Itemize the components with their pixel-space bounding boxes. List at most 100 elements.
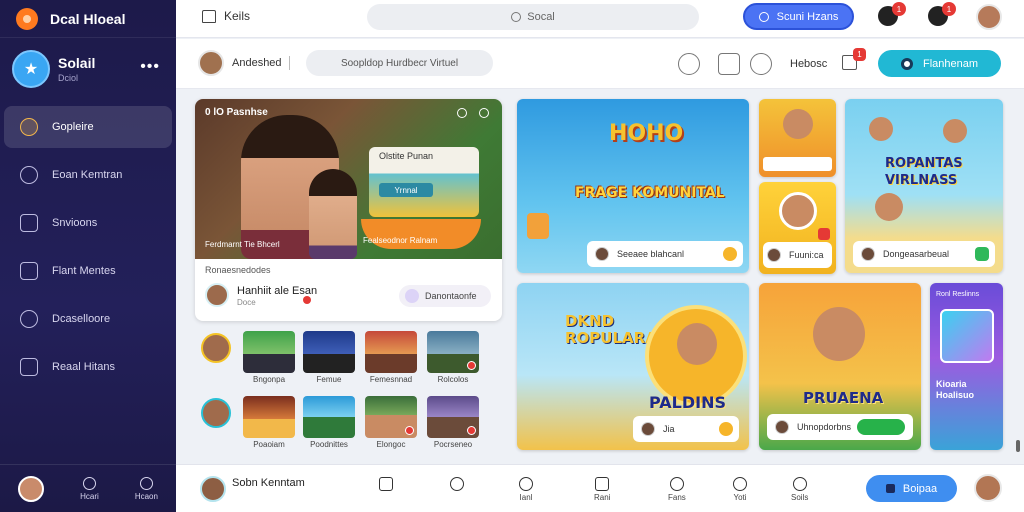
sidebar-footer-label: Hcari: [80, 491, 99, 501]
narrow-card[interactable]: Ronl Reslinns Kioaria Hoalisuo: [930, 283, 1003, 450]
top-cta-button[interactable]: Scuni Hzans: [743, 3, 854, 30]
share-icon[interactable]: [718, 53, 740, 75]
join-chip[interactable]: Danontaonfe: [399, 285, 491, 307]
join-icon[interactable]: [723, 247, 737, 261]
subheader-filter-pill[interactable]: Soopldop Hurdbecr Virtuel: [306, 50, 493, 76]
mini-card[interactable]: [759, 99, 836, 177]
author-avatar[interactable]: [205, 283, 229, 307]
avatar[interactable]: [201, 333, 231, 363]
bottom-nav-shield[interactable]: [450, 477, 464, 493]
thumbnail-label: Poaoiam: [253, 440, 285, 449]
adventure-card[interactable]: PRUAENA Uhnopdorbns: [759, 283, 921, 450]
thumbnail[interactable]: [365, 331, 417, 373]
expand-icon[interactable]: [479, 108, 489, 118]
live-author-row: Hanhiit ale Esan Doce Danontaonfe: [205, 283, 495, 311]
thumbnail-label: Femue: [316, 375, 342, 384]
thumbnail[interactable]: [243, 396, 295, 438]
bottom-nav-people[interactable]: Soils: [791, 477, 808, 502]
thumbnail[interactable]: [243, 331, 295, 373]
profile-subtitle: Dciol: [58, 73, 79, 83]
clock-icon: [139, 476, 153, 490]
notifications-button[interactable]: 1: [878, 2, 906, 26]
sidebar-item-5[interactable]: Reaal Hitans: [4, 346, 172, 388]
sidebar-footer-label: Hcaon: [134, 491, 158, 501]
more-options-icon[interactable]: •••: [140, 58, 160, 76]
sidebar-item-3[interactable]: Flant Mentes: [4, 250, 172, 292]
card-footer[interactable]: Seeaee blahcanl: [587, 241, 743, 267]
avatar: [861, 247, 875, 261]
thumbnail[interactable]: [303, 331, 355, 373]
popular-card[interactable]: DKND ROPULARA PALDINS Jia: [517, 283, 749, 450]
decor-cup: [527, 213, 549, 239]
calendar-icon[interactable]: 1: [842, 48, 866, 70]
app-name: Dcal Hloeal: [50, 10, 126, 27]
card-title-top: HOHO: [609, 121, 684, 146]
card-footer[interactable]: Fuuni:ca: [763, 242, 832, 268]
circle-icon: [758, 11, 769, 22]
heart-icon[interactable]: [303, 296, 311, 304]
live-stream-card[interactable]: 0 lO Pasnhse Olstite Punan Yrnnal Ferdma…: [195, 99, 502, 321]
card-title: DKND ROPULARA: [565, 312, 657, 347]
sidebar-item-1[interactable]: Eoan Kemtran: [4, 154, 172, 196]
live-dot-icon: [818, 228, 830, 240]
sidebar-item-0[interactable]: Gopleire: [4, 106, 172, 148]
avatar[interactable]: [201, 398, 231, 428]
sidebar-item-2[interactable]: Snvioons: [4, 202, 172, 244]
avatar[interactable]: [18, 475, 45, 502]
bottom-cta-button[interactable]: Boipaa: [866, 475, 957, 502]
search-input[interactable]: Socal: [367, 4, 699, 30]
follow-button[interactable]: [857, 419, 905, 435]
sidebar-nav: Gopleire Eoan Kemtran Snvioons Flant Men…: [0, 106, 176, 388]
bottom-nav-inbox[interactable]: Rani: [594, 477, 610, 502]
bottom-nav-home[interactable]: [379, 477, 393, 493]
card-footer[interactable]: Dongeasarbeual: [853, 241, 995, 267]
bottom-nav-chat[interactable]: Yoti: [733, 477, 747, 502]
avatar[interactable]: [974, 474, 1002, 502]
home-link[interactable]: Keils: [202, 9, 250, 23]
medal-icon: [20, 118, 38, 136]
sidebar-footer-button-0[interactable]: Hcari: [80, 476, 99, 501]
profile-header[interactable]: ★ Solail Dciol •••: [0, 38, 176, 100]
subheader-label[interactable]: Hebosc: [790, 58, 827, 70]
inbox-icon: [595, 477, 610, 491]
card-footer-label: Jia: [663, 424, 675, 434]
bottom-cta-label: Boipaa: [902, 482, 938, 495]
messages-button[interactable]: 1: [928, 2, 956, 26]
kid-image: [869, 117, 893, 141]
bottom-nav-person[interactable]: Fans: [668, 477, 686, 502]
subheader-user: Andeshed: [232, 57, 282, 69]
card-title: Kioaria Hoalisuo: [936, 379, 975, 400]
settings-icon[interactable]: [457, 108, 467, 118]
bottom-nav-user[interactable]: Ianl: [519, 477, 533, 502]
thumbnail[interactable]: [303, 396, 355, 438]
sidebar: Dcal Hloeal ★ Solail Dciol ••• Gopleire …: [0, 0, 176, 512]
brand[interactable]: Dcal Hloeal: [0, 0, 176, 38]
thumbnail[interactable]: [365, 396, 417, 438]
mini-card[interactable]: Fuuni:ca: [759, 182, 836, 274]
kid-image: [783, 109, 813, 139]
sidebar-item-4[interactable]: Dcaselloore: [4, 298, 172, 340]
avatar[interactable]: [198, 50, 224, 76]
thumbnail-label: Rolcolos: [437, 375, 469, 384]
subheader-cta-label: Flanhenam: [922, 57, 979, 70]
bolt-icon[interactable]: [750, 53, 772, 75]
check-icon[interactable]: [975, 247, 989, 261]
search-icon: [511, 12, 522, 22]
thumbnail[interactable]: [427, 396, 479, 438]
screen-title: Olstite Punan: [379, 151, 434, 161]
sidebar-footer-button-1[interactable]: Hcaon: [134, 476, 158, 501]
scrollbar[interactable]: [1016, 440, 1020, 452]
subheader-cta-button[interactable]: Flanhenam: [878, 50, 1001, 77]
thumbnail[interactable]: [427, 331, 479, 373]
join-icon[interactable]: [719, 422, 733, 436]
pin-icon[interactable]: [678, 53, 700, 75]
user-avatar[interactable]: [976, 4, 1002, 30]
card-footer[interactable]: Jia: [633, 416, 739, 442]
live-video[interactable]: 0 lO Pasnhse Olstite Punan Yrnnal Ferdma…: [195, 99, 502, 259]
virtual-card[interactable]: ROPANTAS VIRLNASS Dongeasarbeual: [845, 99, 1003, 273]
author-subtitle: Doce: [237, 298, 256, 307]
community-card[interactable]: HOHO FRAGE KOMUNITAL Seeaee blahcanl: [517, 99, 749, 273]
kid-image: [875, 193, 903, 221]
card-footer[interactable]: Uhnopdorbns: [767, 414, 913, 440]
avatar[interactable]: [200, 476, 226, 502]
